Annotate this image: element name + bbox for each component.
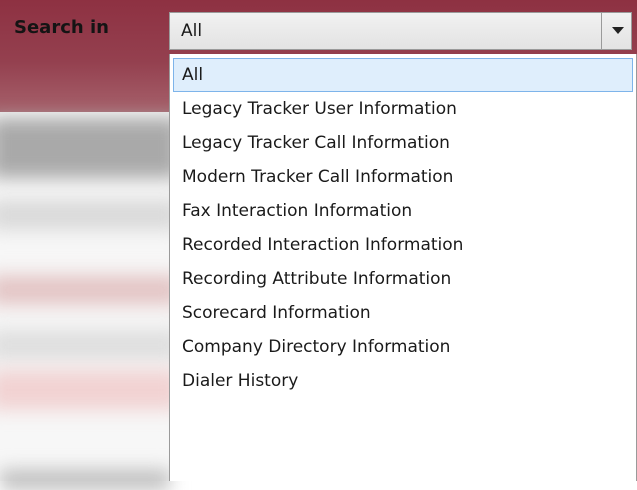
dropdown-selected-value: All <box>181 21 203 41</box>
dropdown-option-modern-tracker-call-information[interactable]: Modern Tracker Call Information <box>173 160 633 194</box>
dropdown-option-company-directory-information[interactable]: Company Directory Information <box>173 330 633 364</box>
blurred-content <box>0 370 180 410</box>
dropdown-separator <box>601 13 602 49</box>
dropdown-option-fax-interaction-information[interactable]: Fax Interaction Information <box>173 194 633 228</box>
blurred-content <box>0 275 180 305</box>
search-in-dropdown[interactable]: All <box>169 12 632 50</box>
dropdown-option-dialer-history[interactable]: Dialer History <box>173 364 633 398</box>
blurred-content <box>0 330 180 360</box>
search-in-label: Search in <box>14 17 109 38</box>
chevron-down-icon[interactable] <box>607 13 629 49</box>
dropdown-option-legacy-tracker-user-information[interactable]: Legacy Tracker User Information <box>173 92 633 126</box>
dropdown-option-recording-attribute-information[interactable]: Recording Attribute Information <box>173 262 633 296</box>
dropdown-option-legacy-tracker-call-information[interactable]: Legacy Tracker Call Information <box>173 126 633 160</box>
blurred-content <box>0 118 180 178</box>
blurred-content <box>0 470 170 490</box>
dropdown-option-all[interactable]: All <box>173 58 633 92</box>
dropdown-option-scorecard-information[interactable]: Scorecard Information <box>173 296 633 330</box>
blurred-content <box>0 200 180 230</box>
dropdown-option-recorded-interaction-information[interactable]: Recorded Interaction Information <box>173 228 633 262</box>
dropdown-list: All Legacy Tracker User Information Lega… <box>169 54 637 481</box>
